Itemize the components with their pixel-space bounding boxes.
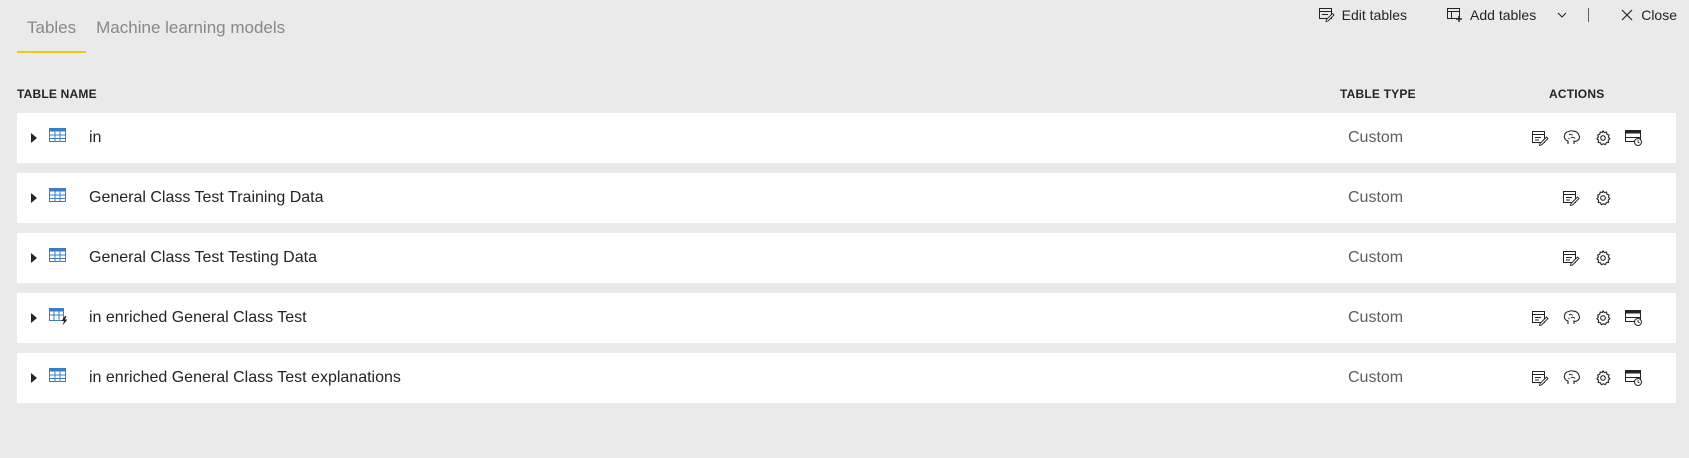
brain-icon[interactable]: [1563, 309, 1581, 327]
table-row[interactable]: in enriched General Class Test Custom: [17, 293, 1676, 343]
edit-tables-button[interactable]: Edit tables: [1318, 7, 1408, 23]
table-row[interactable]: General Class Test Testing Data Custom: [17, 233, 1676, 283]
table-icon: [49, 368, 67, 389]
table-row[interactable]: in Custom: [17, 113, 1676, 163]
table-name: General Class Test Testing Data: [89, 249, 317, 266]
row-actions: [1497, 189, 1677, 207]
table-row[interactable]: General Class Test Training Data Custom: [17, 173, 1676, 223]
table-icon: [49, 188, 67, 209]
table-type: Custom: [1348, 369, 1404, 386]
incremental-refresh-icon[interactable]: [1624, 369, 1643, 387]
add-tables-button[interactable]: Add tables: [1447, 7, 1536, 23]
edit-table-icon: [1318, 8, 1335, 22]
table-type: Custom: [1348, 249, 1404, 266]
close-icon: [1621, 9, 1633, 21]
table-type: Custom: [1348, 189, 1404, 206]
edit-icon[interactable]: [1532, 129, 1550, 147]
toolbar-divider: [1588, 8, 1590, 22]
caret-right-icon: [31, 373, 37, 383]
tab-tables[interactable]: Tables: [17, 0, 87, 53]
caret-right-icon: [31, 133, 37, 143]
table-icon: [49, 248, 67, 269]
brain-icon[interactable]: [1563, 129, 1581, 147]
edit-icon[interactable]: [1532, 309, 1550, 327]
gear-icon[interactable]: [1594, 309, 1612, 327]
gear-icon[interactable]: [1594, 129, 1612, 147]
edit-icon[interactable]: [1563, 249, 1581, 267]
close-button[interactable]: Close: [1621, 7, 1677, 23]
table-list: in Custom General Class Test Training Da…: [17, 113, 1676, 413]
table-icon: [49, 128, 67, 149]
edit-icon[interactable]: [1532, 369, 1550, 387]
expand-row-button[interactable]: [30, 371, 40, 385]
brain-icon[interactable]: [1563, 369, 1581, 387]
row-actions: [1497, 129, 1677, 147]
gear-icon[interactable]: [1594, 369, 1612, 387]
gear-icon[interactable]: [1594, 189, 1612, 207]
row-actions: [1497, 369, 1677, 387]
tab-machine-learning-models[interactable]: Machine learning models: [86, 0, 295, 53]
toolbar: Edit tables Add tables Close: [1318, 4, 1677, 26]
incremental-refresh-icon[interactable]: [1624, 309, 1643, 327]
expand-row-button[interactable]: [30, 311, 40, 325]
caret-right-icon: [31, 253, 37, 263]
table-type: Custom: [1348, 129, 1404, 146]
gear-icon[interactable]: [1594, 249, 1612, 267]
chevron-down-icon: [1557, 12, 1567, 18]
caret-right-icon: [31, 193, 37, 203]
row-actions: [1497, 309, 1677, 327]
computed-table-icon: [49, 308, 69, 331]
expand-row-button[interactable]: [30, 131, 40, 145]
edit-icon[interactable]: [1563, 189, 1581, 207]
table-name: in: [89, 129, 102, 146]
edit-tables-label: Edit tables: [1341, 7, 1408, 23]
close-label: Close: [1641, 7, 1677, 23]
table-name: in enriched General Class Test explanati…: [89, 369, 401, 386]
row-actions: [1497, 249, 1677, 267]
add-table-icon: [1447, 8, 1463, 22]
table-name: in enriched General Class Test: [89, 309, 307, 326]
column-header-actions: ACTIONS: [1549, 87, 1605, 101]
expand-row-button[interactable]: [30, 191, 40, 205]
tab-bar: Tables Machine learning models: [17, 0, 295, 53]
table-type: Custom: [1348, 309, 1404, 326]
column-header-table-name: TABLE NAME: [17, 87, 97, 101]
add-tables-dropdown[interactable]: [1554, 7, 1570, 23]
incremental-refresh-icon[interactable]: [1624, 129, 1643, 147]
add-tables-label: Add tables: [1470, 7, 1537, 23]
caret-right-icon: [31, 313, 37, 323]
expand-row-button[interactable]: [30, 251, 40, 265]
table-name: General Class Test Training Data: [89, 189, 324, 206]
column-header-table-type: TABLE TYPE: [1340, 87, 1416, 101]
table-row[interactable]: in enriched General Class Test explanati…: [17, 353, 1676, 403]
